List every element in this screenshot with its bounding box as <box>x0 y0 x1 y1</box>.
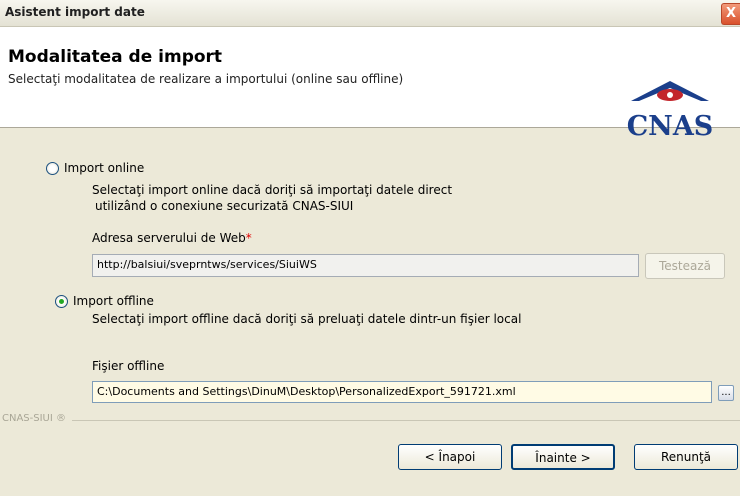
import-online-radio[interactable] <box>46 162 59 175</box>
online-description-line1: Selectaţi import online dacă doriţi să i… <box>92 183 453 197</box>
window-title: Asistent import date <box>5 5 145 19</box>
wizard-header: Modalitatea de import Selectaţi modalita… <box>0 27 740 142</box>
page-title: Modalitatea de import <box>8 47 223 67</box>
server-address-label: Adresa serverului de Web* <box>92 231 252 245</box>
wizard-body: Import online Selectaţi import online da… <box>0 128 740 496</box>
close-icon: X <box>725 6 737 21</box>
offline-description: Selectaţi import offline dacă doriţi să … <box>92 312 522 326</box>
import-offline-label[interactable]: Import offline <box>73 294 154 308</box>
online-description-line2: utilizând o conexiune securizată CNAS-SI… <box>95 199 354 213</box>
footer-divider <box>72 420 740 421</box>
logo-pupil-shape <box>667 92 673 98</box>
browse-icon: ... <box>721 387 731 398</box>
import-offline-radio[interactable] <box>55 295 68 308</box>
cancel-button[interactable]: Renunţă <box>634 444 738 470</box>
back-button[interactable]: < Înapoi <box>398 444 502 470</box>
offline-file-label: Fişier offline <box>92 359 165 373</box>
next-button[interactable]: Înainte > <box>511 444 615 470</box>
test-button[interactable]: Testează <box>645 253 725 279</box>
required-marker: * <box>245 231 252 245</box>
offline-file-field[interactable]: C:\Documents and Settings\DinuM\Desktop\… <box>92 381 712 403</box>
browse-button[interactable]: ... <box>718 385 734 401</box>
import-online-label[interactable]: Import online <box>64 161 144 175</box>
server-address-text: Adresa serverului de Web <box>92 231 246 245</box>
brand-label: CNAS-SIUI ® <box>2 413 67 424</box>
page-subtitle: Selectaţi modalitatea de realizare a imp… <box>8 72 404 86</box>
close-button[interactable]: X <box>721 3 740 25</box>
server-address-field[interactable]: http://balsiui/sveprntws/services/SiuiWS <box>92 254 639 277</box>
title-bar: Asistent import date X <box>0 0 740 27</box>
